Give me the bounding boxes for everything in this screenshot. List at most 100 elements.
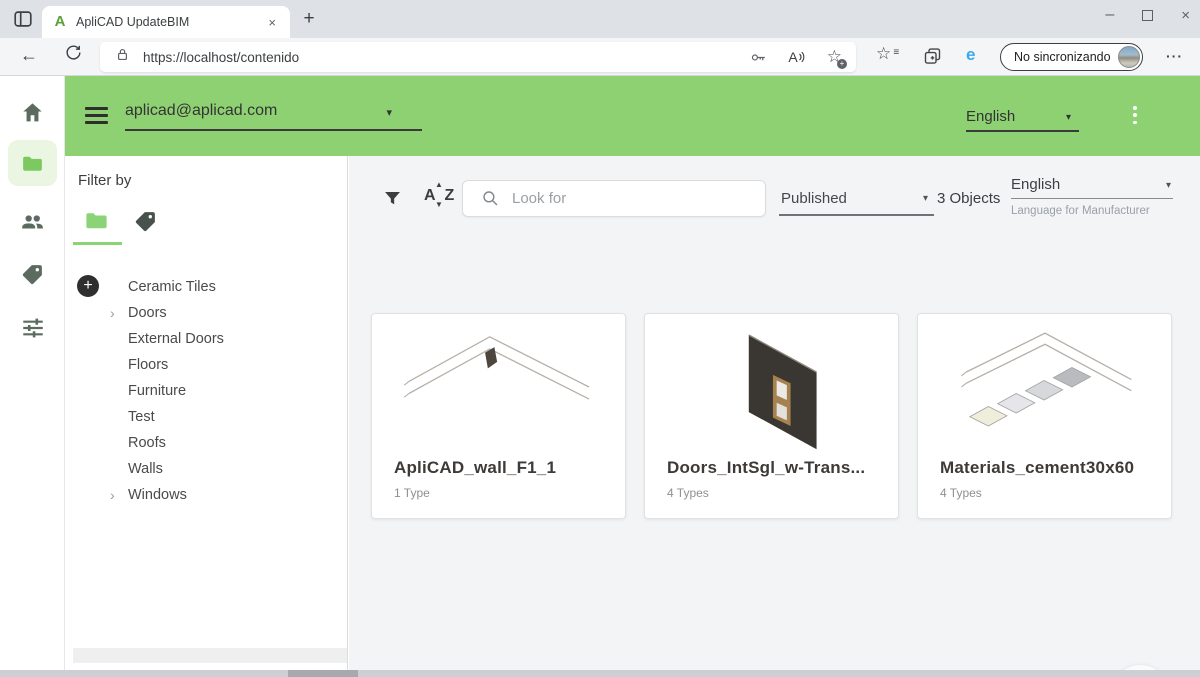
folder-icon: [83, 207, 110, 234]
search-icon: [481, 189, 500, 208]
tab-close-icon[interactable]: ×: [264, 13, 280, 32]
browser-tab-strip: A ApliCAD UpdateBIM × + – ×: [0, 0, 1200, 38]
menu-hamburger-icon[interactable]: [85, 107, 108, 129]
tag-icon: [20, 262, 45, 287]
password-key-icon[interactable]: [749, 48, 768, 67]
nav-rail: [0, 76, 65, 670]
home-icon: [20, 100, 45, 125]
url-text[interactable]: https://localhost/contenido: [143, 50, 749, 65]
object-card-wall[interactable]: ApliCAD_wall_F1_1 1 Type: [371, 313, 626, 519]
category-row[interactable]: Walls: [65, 458, 348, 484]
chevron-right-icon[interactable]: ›: [110, 305, 115, 321]
chevron-right-icon[interactable]: ›: [110, 487, 115, 503]
horizontal-scrollbar[interactable]: [0, 670, 1200, 677]
caret-down-icon: ▾: [386, 106, 392, 119]
card-types-count: 1 Type: [394, 486, 430, 500]
category-item-roofs[interactable]: Roofs: [128, 435, 166, 451]
tag-icon: [133, 209, 158, 234]
card-title: ApliCAD_wall_F1_1: [394, 458, 609, 478]
tab-favicon-icon: A: [52, 14, 68, 30]
category-row[interactable]: External Doors: [65, 328, 348, 354]
collections-icon[interactable]: [922, 46, 943, 72]
sidebar-item-home[interactable]: [0, 100, 65, 125]
app-language-value: English: [966, 108, 1015, 125]
filter-panel: Filter by + Ceramic Tiles › Doors Extern…: [65, 156, 348, 670]
panel-scrollbar-track[interactable]: [73, 648, 347, 663]
favorites-hub-icon[interactable]: ☆ ≡: [876, 44, 891, 64]
status-filter-underline: [779, 214, 934, 216]
back-button[interactable]: ←: [20, 45, 38, 66]
tune-icon: [20, 315, 46, 341]
category-item-doors[interactable]: Doors: [128, 305, 167, 321]
object-card-door[interactable]: Doors_IntSgl_w-Trans... 4 Types: [644, 313, 899, 519]
caret-down-icon: ▾: [923, 193, 928, 204]
window-maximize-button[interactable]: [1142, 10, 1153, 21]
card-title: Doors_IntSgl_w-Trans...: [667, 458, 882, 478]
sort-az-button[interactable]: A▲▼ Z: [424, 187, 452, 205]
scrollbar-thumb[interactable]: [288, 670, 358, 677]
account-dropdown[interactable]: aplicad@aplicad.com ▾: [125, 102, 422, 120]
app-area: aplicad@aplicad.com ▾ English ▾ Filter b…: [0, 76, 1200, 670]
ie-mode-icon[interactable]: e: [966, 45, 975, 65]
browser-window: A ApliCAD UpdateBIM × + – × ← https://lo…: [0, 0, 1200, 677]
window-minimize-button[interactable]: –: [1105, 6, 1114, 24]
tab-filter-by-tag[interactable]: [133, 209, 158, 239]
window-close-button[interactable]: ×: [1181, 7, 1190, 24]
category-row[interactable]: Ceramic Tiles: [65, 276, 348, 302]
status-filter-dropdown[interactable]: Published ▾: [781, 190, 934, 208]
filter-funnel-button[interactable]: [382, 188, 403, 214]
category-row[interactable]: Test: [65, 406, 348, 432]
header-overflow-menu-icon[interactable]: [1133, 106, 1137, 124]
card-types-count: 4 Types: [940, 486, 982, 500]
app-language-dropdown[interactable]: English ▾: [966, 108, 1079, 126]
browser-menu-icon[interactable]: ···: [1166, 48, 1183, 64]
users-icon: [19, 208, 46, 235]
category-item-external-doors[interactable]: External Doors: [128, 331, 224, 347]
door-thumbnail: [657, 322, 887, 452]
manufacturer-language-dropdown[interactable]: English ▾ Language for Manufacturer: [1011, 176, 1173, 194]
refresh-button[interactable]: [64, 43, 83, 67]
language-underline: [966, 130, 1079, 132]
card-title: Materials_cement30x60: [940, 458, 1155, 478]
account-email: aplicad@aplicad.com: [125, 102, 277, 119]
category-item-walls[interactable]: Walls: [128, 461, 163, 477]
lock-icon[interactable]: [114, 46, 131, 68]
new-tab-button[interactable]: +: [298, 8, 320, 30]
manufacturer-language-underline: [1011, 198, 1173, 199]
category-row[interactable]: › Doors: [65, 302, 348, 328]
category-item-floors[interactable]: Floors: [128, 357, 168, 373]
sidebar-item-settings[interactable]: [0, 315, 65, 341]
category-item-ceramic-tiles[interactable]: Ceramic Tiles: [128, 279, 216, 295]
object-card-materials[interactable]: Materials_cement30x60 4 Types: [917, 313, 1172, 519]
account-underline: [125, 129, 422, 131]
sidebar-item-folders[interactable]: [0, 151, 65, 176]
category-row[interactable]: Furniture: [65, 380, 348, 406]
caret-down-icon: ▾: [1166, 180, 1171, 191]
folder-icon: [20, 151, 45, 176]
category-item-test[interactable]: Test: [128, 409, 155, 425]
category-row[interactable]: Floors: [65, 354, 348, 380]
avatar: [1118, 46, 1140, 68]
category-item-furniture[interactable]: Furniture: [128, 383, 186, 399]
search-box[interactable]: [462, 180, 766, 217]
add-favorite-icon[interactable]: ☆ +: [827, 47, 842, 67]
objects-count: 3 Objects: [937, 190, 1000, 207]
category-row[interactable]: Roofs: [65, 432, 348, 458]
sidebar-item-users[interactable]: [0, 208, 65, 235]
category-item-windows[interactable]: Windows: [128, 487, 187, 503]
category-row[interactable]: › Windows: [65, 484, 348, 510]
manufacturer-language-value: English: [1011, 176, 1060, 193]
browser-tab[interactable]: A ApliCAD UpdateBIM ×: [42, 6, 290, 38]
sidebar-item-tags[interactable]: [0, 262, 65, 287]
status-filter-value: Published: [781, 190, 847, 207]
profile-sync-button[interactable]: No sincronizando: [1000, 43, 1143, 71]
materials-thumbnail: [930, 322, 1160, 452]
tab-workspaces-icon[interactable]: [12, 8, 34, 30]
tab-filter-by-folder[interactable]: [83, 207, 110, 239]
search-input[interactable]: [512, 190, 732, 207]
tab-title: ApliCAD UpdateBIM: [76, 15, 264, 29]
address-bar[interactable]: https://localhost/contenido A ☆ +: [100, 42, 856, 72]
card-types-count: 4 Types: [667, 486, 709, 500]
read-aloud-icon[interactable]: A: [788, 49, 806, 65]
wall-thumbnail: [384, 322, 614, 452]
